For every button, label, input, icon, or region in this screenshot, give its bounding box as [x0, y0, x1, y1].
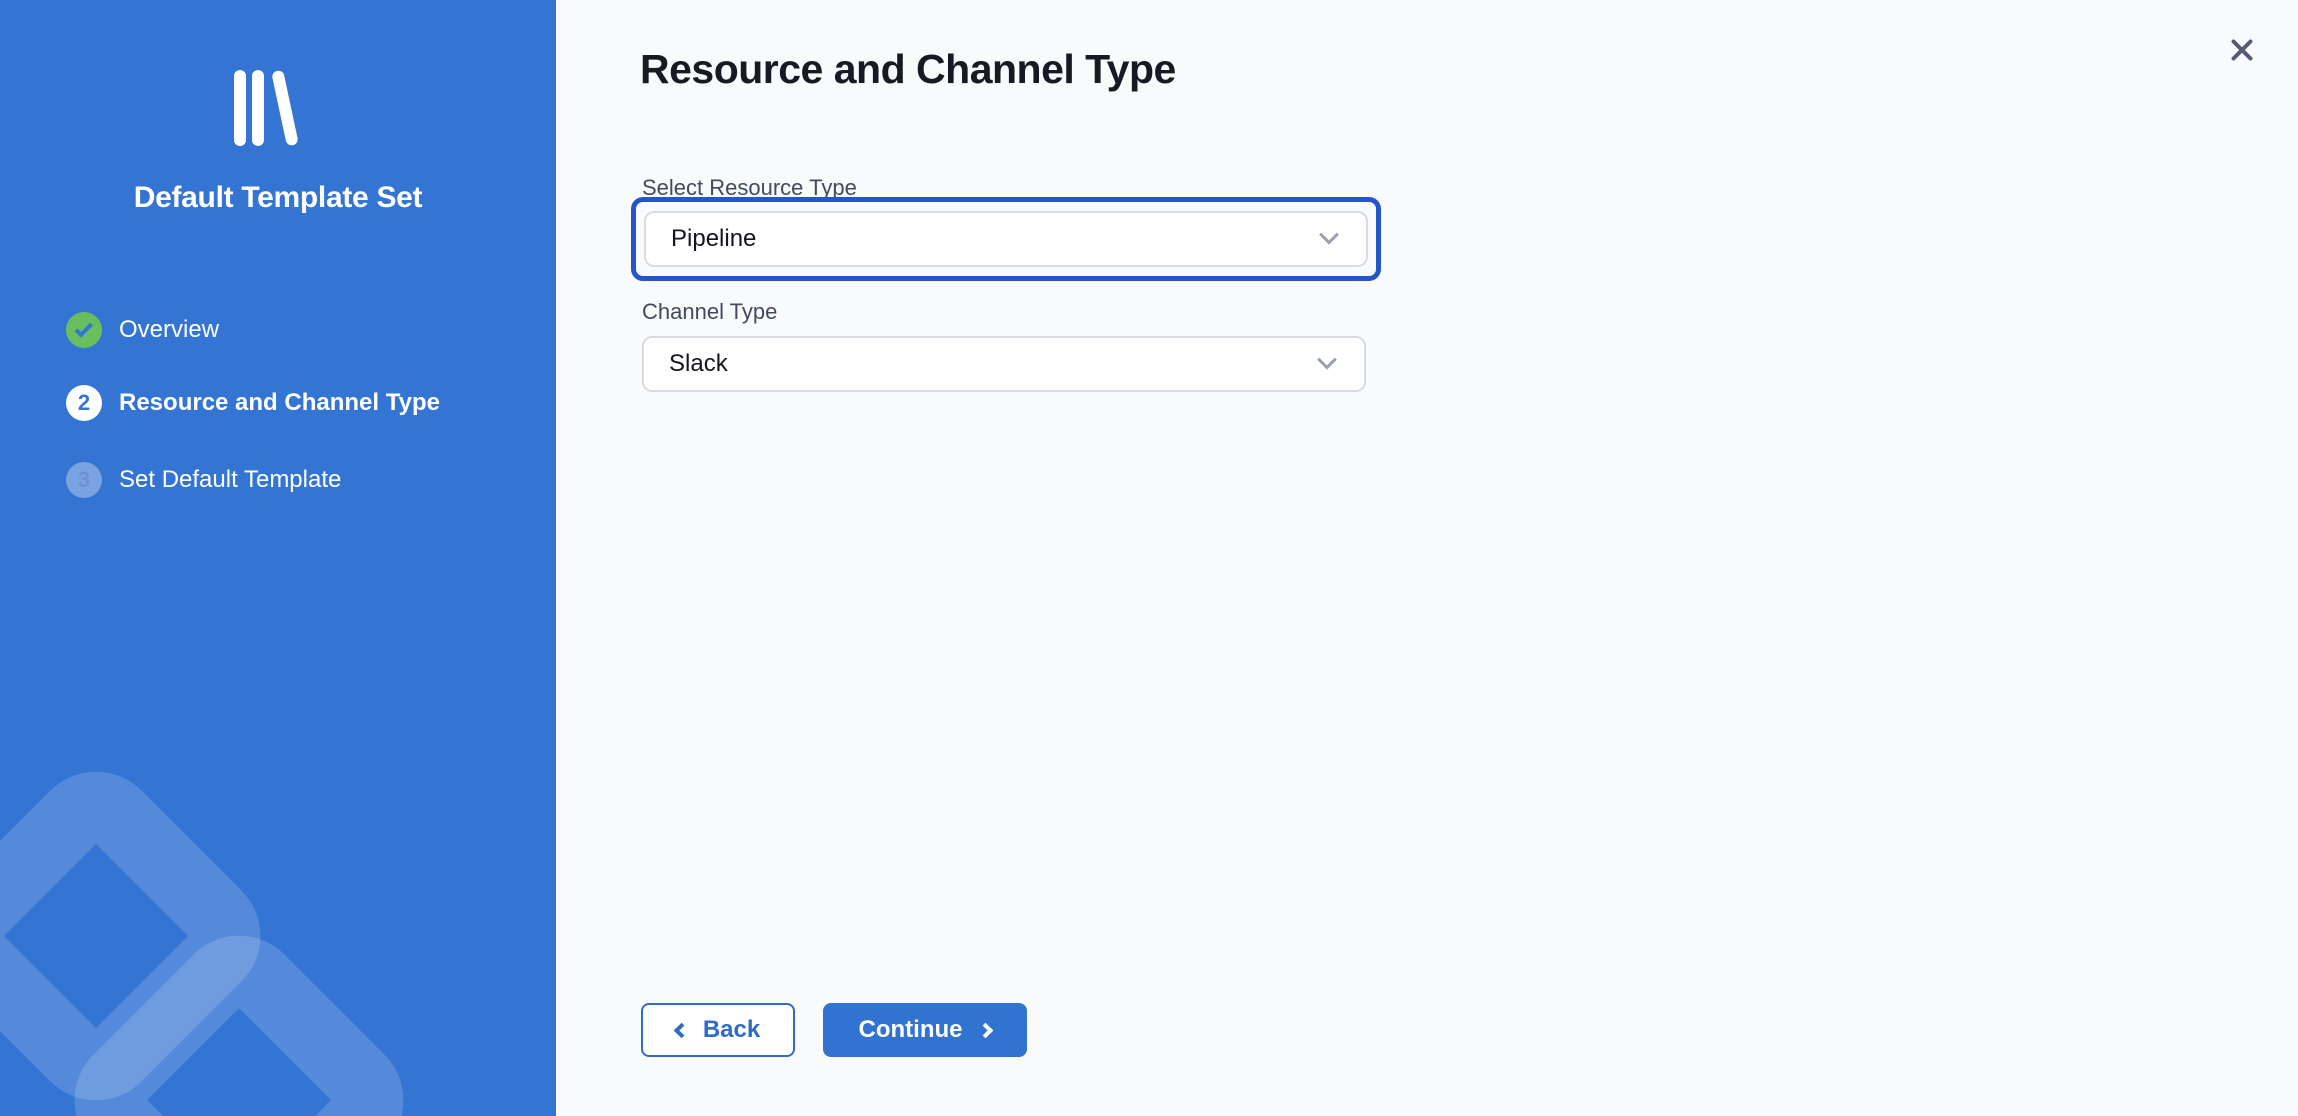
- wizard-sidebar: Default Template Set Overview 2 Resource…: [0, 0, 556, 1116]
- channel-type-label: Channel Type: [642, 299, 777, 325]
- step-overview[interactable]: Overview: [66, 312, 219, 348]
- channel-type-value: Slack: [669, 350, 1320, 378]
- step-number-badge: 3: [66, 462, 102, 498]
- step-number-badge: 2: [66, 385, 102, 421]
- step-label: Set Default Template: [119, 466, 341, 494]
- wizard-modal: Default Template Set Overview 2 Resource…: [0, 0, 2298, 1116]
- close-button[interactable]: [2220, 28, 2264, 72]
- logo-bar: [234, 70, 246, 146]
- step-set-default-template: 3 Set Default Template: [66, 462, 341, 498]
- books-logo: [234, 70, 304, 148]
- step-label: Resource and Channel Type: [119, 389, 440, 417]
- channel-type-select[interactable]: Slack: [642, 336, 1366, 392]
- step-completed-badge: [66, 312, 102, 348]
- chevron-right-icon: [978, 1022, 994, 1038]
- back-button-label: Back: [703, 1016, 760, 1044]
- step-label: Overview: [119, 316, 219, 344]
- continue-button[interactable]: Continue: [823, 1003, 1027, 1057]
- step-resource-and-channel-type[interactable]: 2 Resource and Channel Type: [66, 385, 440, 421]
- wizard-content: Resource and Channel Type Select Resourc…: [556, 0, 2298, 1116]
- back-button[interactable]: Back: [641, 1003, 795, 1057]
- resource-type-select[interactable]: Pipeline: [644, 211, 1368, 267]
- check-icon: [74, 319, 92, 337]
- wizard-title: Default Template Set: [0, 181, 556, 215]
- page-title: Resource and Channel Type: [640, 46, 1176, 93]
- logo-bar: [252, 70, 264, 146]
- resource-type-value: Pipeline: [671, 225, 1322, 253]
- continue-button-label: Continue: [859, 1016, 963, 1044]
- logo-bar: [271, 70, 299, 147]
- chevron-down-icon: [1319, 225, 1339, 245]
- chevron-left-icon: [674, 1022, 690, 1038]
- close-icon: [2229, 37, 2255, 63]
- chevron-down-icon: [1317, 350, 1337, 370]
